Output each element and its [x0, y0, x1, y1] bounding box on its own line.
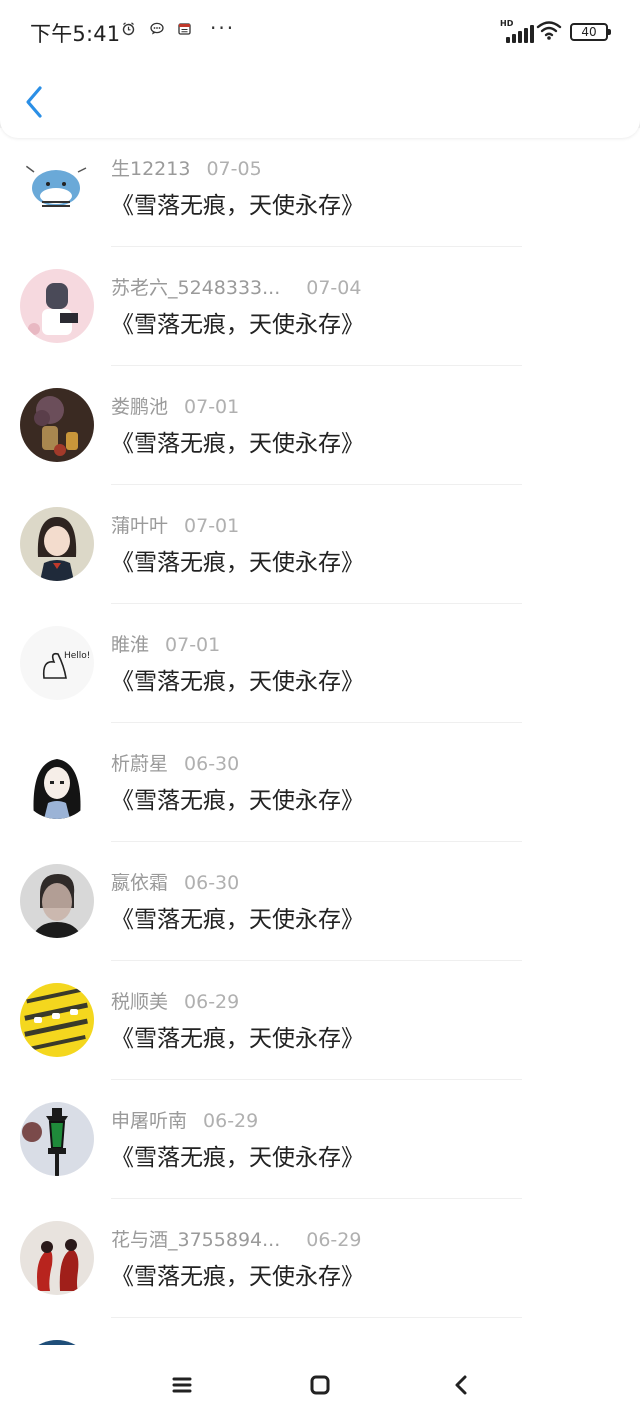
commenter-name: 申屠听南: [111, 1110, 188, 1132]
wifi-icon: [536, 20, 562, 44]
list-item[interactable]: 析蔚星 06-30 《雪落无痕，天使永存》: [0, 723, 640, 842]
list-item[interactable]: 嬴依霜 06-30 《雪落无痕，天使永存》: [0, 842, 640, 961]
commenter-name: 析蔚星: [111, 753, 169, 775]
battery-icon: 40: [570, 23, 611, 41]
list-item[interactable]: Hello! 睢淮 07-01 《雪落无痕，天使永存》: [0, 604, 640, 723]
system-nav-bar: [0, 1345, 640, 1423]
avatar[interactable]: [20, 507, 94, 581]
comment-title[interactable]: 《雪落无痕，天使永存》: [111, 662, 364, 696]
comment-date: 06-29: [184, 991, 240, 1013]
more-notifications-icon: ···: [210, 16, 236, 40]
commenter-name: 嬴依霜: [111, 872, 169, 894]
commenter-name: 睢淮: [111, 634, 150, 656]
list-item[interactable]: 花与酒_3755894... 06-29 《雪落无痕，天使永存》: [0, 1199, 640, 1318]
avatar[interactable]: [20, 745, 94, 819]
signal-icon: HD: [500, 19, 534, 43]
list-item[interactable]: [0, 1318, 640, 1345]
comment-title[interactable]: 《雪落无痕，天使永存》: [111, 424, 364, 458]
commenter-name: 蒲叶叶: [111, 515, 169, 537]
calendar-icon: [178, 22, 191, 38]
comment-title[interactable]: 《雪落无痕，天使永存》: [111, 1257, 364, 1291]
comment-date: 06-29: [203, 1110, 259, 1132]
comment-title[interactable]: 《雪落无痕，天使永存》: [111, 900, 364, 934]
comment-date: 06-29: [306, 1229, 362, 1251]
avatar[interactable]: [20, 864, 94, 938]
avatar[interactable]: [20, 1221, 94, 1295]
comment-date: 06-30: [184, 753, 240, 775]
list-item[interactable]: 申屠听南 06-29 《雪落无痕，天使永存》: [0, 1080, 640, 1199]
comment-title[interactable]: 《雪落无痕，天使永存》: [111, 1138, 364, 1172]
commenter-name: 生12213: [111, 158, 191, 180]
commenter-name: 苏老六_5248333...: [111, 277, 281, 299]
list-item[interactable]: 蒲叶叶 07-01 《雪落无痕，天使永存》: [0, 485, 640, 604]
home-button[interactable]: [306, 1371, 334, 1399]
chat-icon: [150, 22, 164, 38]
comment-list[interactable]: 生12213 07-05 《雪落无痕，天使永存》 苏老六_5248333... 07…: [0, 128, 640, 1345]
back-nav-button[interactable]: [448, 1371, 476, 1399]
chevron-left-icon: [26, 86, 42, 118]
avatar[interactable]: [20, 1102, 94, 1176]
comment-date: 06-30: [184, 872, 240, 894]
comment-title[interactable]: 《雪落无痕，天使永存》: [111, 305, 364, 339]
alarm-icon: [122, 22, 135, 39]
commenter-name: 娄鹏池: [111, 396, 169, 418]
commenter-name: 花与酒_3755894...: [111, 1229, 281, 1251]
comment-title[interactable]: 《雪落无痕，天使永存》: [111, 543, 364, 577]
back-icon: [455, 1375, 467, 1395]
comment-date: 07-01: [184, 396, 240, 418]
svg-text:Hello!: Hello!: [64, 651, 90, 661]
menu-icon: [172, 1377, 192, 1393]
status-time: 下午5:41: [30, 22, 121, 46]
list-item[interactable]: 税顺美 06-29 《雪落无痕，天使永存》: [0, 961, 640, 1080]
avatar[interactable]: [20, 150, 94, 224]
avatar[interactable]: [20, 983, 94, 1057]
comment-date: 07-04: [306, 277, 362, 299]
list-item[interactable]: 娄鹏池 07-01 《雪落无痕，天使永存》: [0, 366, 640, 485]
commenter-name: 税顺美: [111, 991, 169, 1013]
comment-title[interactable]: 《雪落无痕，天使永存》: [111, 781, 364, 815]
comment-date: 07-05: [206, 158, 262, 180]
back-button[interactable]: [20, 84, 50, 120]
status-right: HD 40: [500, 19, 611, 44]
home-icon: [310, 1375, 330, 1395]
status-bar: 下午5:41 ··· HD 40: [0, 0, 640, 62]
comment-title[interactable]: 《雪落无痕，天使永存》: [111, 1019, 364, 1053]
header: 下午5:41 ··· HD 40: [0, 0, 640, 138]
list-item[interactable]: 苏老六_5248333... 07-04 《雪落无痕，天使永存》: [0, 247, 640, 366]
avatar[interactable]: [20, 269, 94, 343]
comment-date: 07-01: [184, 515, 240, 537]
avatar[interactable]: Hello!: [20, 626, 94, 700]
comment-title[interactable]: 《雪落无痕，天使永存》: [111, 186, 364, 220]
menu-button[interactable]: [168, 1371, 196, 1399]
comment-date: 07-01: [165, 634, 221, 656]
avatar[interactable]: [20, 388, 94, 462]
list-item[interactable]: 生12213 07-05 《雪落无痕，天使永存》: [0, 128, 640, 247]
